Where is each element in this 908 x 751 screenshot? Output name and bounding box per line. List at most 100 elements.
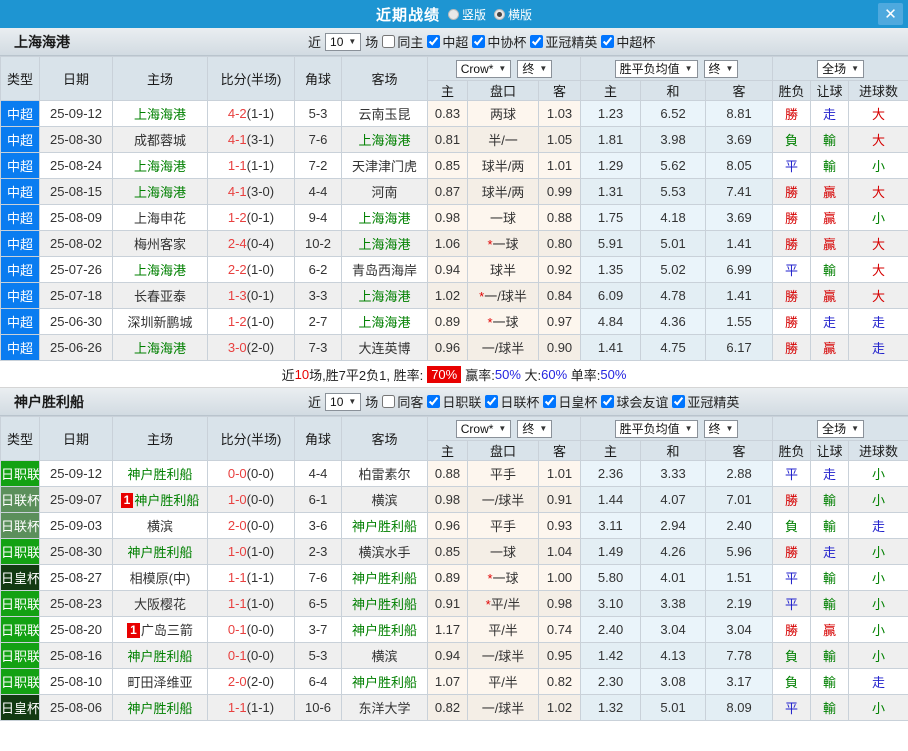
away-team[interactable]: 神户胜利船 (341, 564, 428, 591)
home-team[interactable]: 神户胜利船 (112, 694, 208, 721)
checkbox-icon[interactable] (382, 395, 396, 408)
home-team[interactable]: 町田泽维亚 (112, 668, 208, 695)
away-team[interactable]: 上海海港 (341, 308, 428, 335)
checkbox-icon[interactable] (485, 395, 499, 408)
filter-checkbox-球会友谊[interactable]: 球会友谊 (601, 392, 668, 411)
odds-company-select[interactable]: Crow* ▼ (455, 59, 512, 78)
away-team[interactable]: 柏雷素尔 (341, 460, 428, 487)
result: 勝 (772, 616, 812, 643)
filter-checkbox-同客[interactable]: 同客 (382, 392, 423, 411)
home-team[interactable]: 1 广岛三箭 (112, 616, 208, 643)
away-team[interactable]: 横滨 (341, 486, 428, 513)
close-icon[interactable]: ✕ (878, 3, 903, 25)
odds-final-select[interactable]: 终 ▼ (517, 59, 553, 78)
checkbox-icon[interactable] (601, 395, 615, 408)
handicap-result: 贏 (810, 616, 850, 643)
checkbox-icon[interactable] (530, 35, 544, 48)
checkbox-icon[interactable] (672, 395, 686, 408)
home-odds: 0.96 (427, 334, 468, 361)
checkbox-icon[interactable] (472, 35, 486, 48)
avg-draw: 4.07 (640, 486, 707, 513)
match-row: 日职联 25-08-23 大阪樱花 1-1(1-0) 6-5 神户胜利船 0.91 *平/半 0… (0, 590, 908, 617)
home-team[interactable]: 神户胜利船 (112, 460, 208, 487)
away-team[interactable]: 神户胜利船 (341, 590, 428, 617)
away-team[interactable]: 神户胜利船 (341, 616, 428, 643)
checkbox-icon[interactable] (382, 35, 396, 48)
avg-draw: 4.78 (640, 282, 707, 309)
home-team[interactable]: 长春亚泰 (112, 282, 208, 309)
filter-checkbox-中超[interactable]: 中超 (427, 32, 468, 51)
home-team[interactable]: 上海海港 (112, 152, 208, 179)
goals-result: 小 (848, 152, 908, 179)
home-team[interactable]: 上海海港 (112, 334, 208, 361)
away-team[interactable]: 河南 (341, 178, 428, 205)
competition-type: 中超 (0, 256, 40, 283)
score: 1-1(1-1) (207, 564, 295, 591)
away-team[interactable]: 横滨水手 (341, 538, 428, 565)
away-team[interactable]: 东洋大学 (341, 694, 428, 721)
radio-icon-selected[interactable] (494, 8, 505, 20)
avg-win: 1.75 (580, 204, 642, 231)
avg-win: 1.29 (580, 152, 642, 179)
corners: 10-6 (294, 694, 342, 721)
away-team[interactable]: 云南玉昆 (341, 100, 428, 127)
home-team[interactable]: 神户胜利船 (112, 538, 208, 565)
radio-icon[interactable] (447, 8, 459, 20)
match-count-select[interactable]: 10 ▼ (325, 32, 362, 51)
avg-win: 1.35 (580, 256, 642, 283)
home-team[interactable]: 梅州客家 (112, 230, 208, 257)
checkbox-icon[interactable] (427, 395, 441, 408)
home-team[interactable]: 横滨 (112, 512, 208, 539)
away-team[interactable]: 上海海港 (341, 204, 428, 231)
away-team[interactable]: 神户胜利船 (341, 512, 428, 539)
avg-draw: 4.01 (640, 564, 707, 591)
avg-final-select[interactable]: 终 ▼ (703, 419, 739, 438)
corners: 6-2 (294, 256, 342, 283)
home-team[interactable]: 上海海港 (112, 256, 208, 283)
view-option-vertical[interactable]: 竖版 (447, 6, 486, 23)
away-team[interactable]: 横滨 (341, 642, 428, 669)
away-team[interactable]: 大连英博 (341, 334, 428, 361)
filter-checkbox-亚冠精英[interactable]: 亚冠精英 (530, 32, 597, 51)
home-team[interactable]: 深圳新鹏城 (112, 308, 208, 335)
checkbox-icon[interactable] (601, 35, 615, 48)
avg-select[interactable]: 胜平负均值 ▼ (614, 59, 698, 78)
scope-select[interactable]: 全场 ▼ (817, 59, 865, 78)
filter-checkbox-中超杯[interactable]: 中超杯 (601, 32, 655, 51)
handicap-result: 輸 (810, 256, 850, 283)
away-team[interactable]: 天津津门虎 (341, 152, 428, 179)
filter-checkbox-同主[interactable]: 同主 (382, 32, 423, 51)
filter-checkbox-日皇杯[interactable]: 日皇杯 (543, 392, 597, 411)
odds-company-select[interactable]: Crow* ▼ (455, 419, 512, 438)
filter-checkbox-中协杯[interactable]: 中协杯 (472, 32, 526, 51)
filter-checkbox-日职联[interactable]: 日职联 (427, 392, 481, 411)
away-odds: 0.98 (537, 590, 582, 617)
odds-final-select[interactable]: 终 ▼ (517, 419, 553, 438)
home-team[interactable]: 1 神户胜利船 (112, 486, 208, 513)
scope-select[interactable]: 全场 ▼ (817, 419, 865, 438)
home-team[interactable]: 相模原(中) (112, 564, 208, 591)
away-team[interactable]: 上海海港 (341, 126, 428, 153)
home-team[interactable]: 成都蓉城 (112, 126, 208, 153)
avg-final-select[interactable]: 终 ▼ (703, 59, 739, 78)
checkbox-icon[interactable] (427, 35, 441, 48)
avg-draw: 5.02 (640, 256, 707, 283)
checkbox-icon[interactable] (543, 395, 557, 408)
away-team[interactable]: 神户胜利船 (341, 668, 428, 695)
away-team[interactable]: 上海海港 (341, 230, 428, 257)
home-team[interactable]: 上海海港 (112, 178, 208, 205)
view-option-horizontal[interactable]: 横版 (494, 6, 532, 23)
near-label: 近 (308, 395, 322, 410)
competition-type: 中超 (0, 126, 40, 153)
away-team[interactable]: 上海海港 (341, 282, 428, 309)
filter-checkbox-日联杯[interactable]: 日联杯 (485, 392, 539, 411)
away-team[interactable]: 青岛西海岸 (341, 256, 428, 283)
match-count-select[interactable]: 10 ▼ (325, 392, 362, 411)
home-team[interactable]: 大阪樱花 (112, 590, 208, 617)
home-team[interactable]: 上海海港 (112, 100, 208, 127)
filter-checkbox-亚冠精英[interactable]: 亚冠精英 (672, 392, 739, 411)
avg-select[interactable]: 胜平负均值 ▼ (614, 419, 698, 438)
chevron-down-icon: ▼ (539, 64, 548, 73)
home-team[interactable]: 上海申花 (112, 204, 208, 231)
home-team[interactable]: 神户胜利船 (112, 642, 208, 669)
